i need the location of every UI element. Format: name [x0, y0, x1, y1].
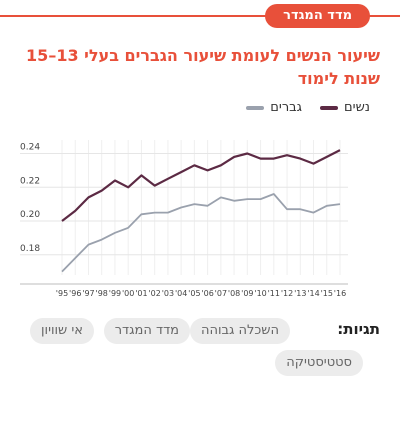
- legend-item-women: נשים: [320, 100, 370, 115]
- legend-swatch-women: [320, 105, 339, 110]
- title-line-1: שיעור הנשים לעומת שיעור הגברים בעלי 13–1…: [26, 46, 380, 65]
- y-tick-label: 0.18: [20, 244, 40, 254]
- tag-gender-index[interactable]: מדד המגדר: [103, 318, 190, 344]
- x-tick-label: '00: [122, 289, 134, 298]
- legend-item-men: גברים: [246, 100, 302, 115]
- x-tick-label: '07: [215, 289, 227, 298]
- x-tick-label: '15: [321, 289, 333, 298]
- x-tick-label: '98: [96, 289, 108, 298]
- series-line-men: [61, 193, 341, 273]
- tag-inequality[interactable]: אי שוויון: [29, 318, 94, 344]
- x-tick-label: '08: [228, 289, 240, 298]
- title-line-2: שנות לימוד: [297, 69, 380, 88]
- x-tick-label: '14: [307, 289, 319, 298]
- y-tick-label: 0.24: [20, 143, 40, 153]
- tag-higher-education[interactable]: השכלה גבוהה: [190, 318, 290, 344]
- x-tick-label: '10: [254, 289, 266, 298]
- chart-legend: נשים גברים: [228, 100, 370, 115]
- x-tick-label: '09: [241, 289, 253, 298]
- legend-label-women: נשים: [344, 100, 370, 115]
- x-tick-label: '11: [268, 289, 280, 298]
- x-tick-label: '96: [69, 289, 81, 298]
- legend-label-men: גברים: [270, 100, 303, 115]
- legend-swatch-men: [246, 105, 265, 110]
- line-chart: 0.18 0.20 0.22 0.24 '95'96'97'98'99'00'01'02…: [20, 140, 348, 298]
- x-tick-label: '95: [56, 289, 68, 298]
- tag-statistics[interactable]: סטטיסטיקה: [275, 350, 363, 376]
- y-tick-label: 0.22: [20, 176, 40, 186]
- y-tick-label: 0.20: [20, 210, 40, 220]
- x-tick-label: '03: [162, 289, 174, 298]
- x-tick-label: '97: [82, 289, 94, 298]
- tags-label: תגיות:: [337, 320, 380, 338]
- x-tick-label: '16: [334, 289, 346, 298]
- x-tick-label: '99: [109, 289, 121, 298]
- series-line-women: [61, 149, 341, 222]
- x-tick-label: '12: [281, 289, 293, 298]
- x-tick-label: '13: [294, 289, 306, 298]
- x-tick-label: '02: [148, 289, 160, 298]
- category-badge[interactable]: מדד המגדר: [265, 4, 370, 28]
- chart-title: שיעור הנשים לעומת שיעור הגברים בעלי 13–1…: [20, 44, 380, 90]
- x-tick-label: '05: [188, 289, 200, 298]
- x-tick-label: '06: [201, 289, 213, 298]
- x-tick-label: '04: [175, 289, 187, 298]
- x-tick-label: '01: [135, 289, 147, 298]
